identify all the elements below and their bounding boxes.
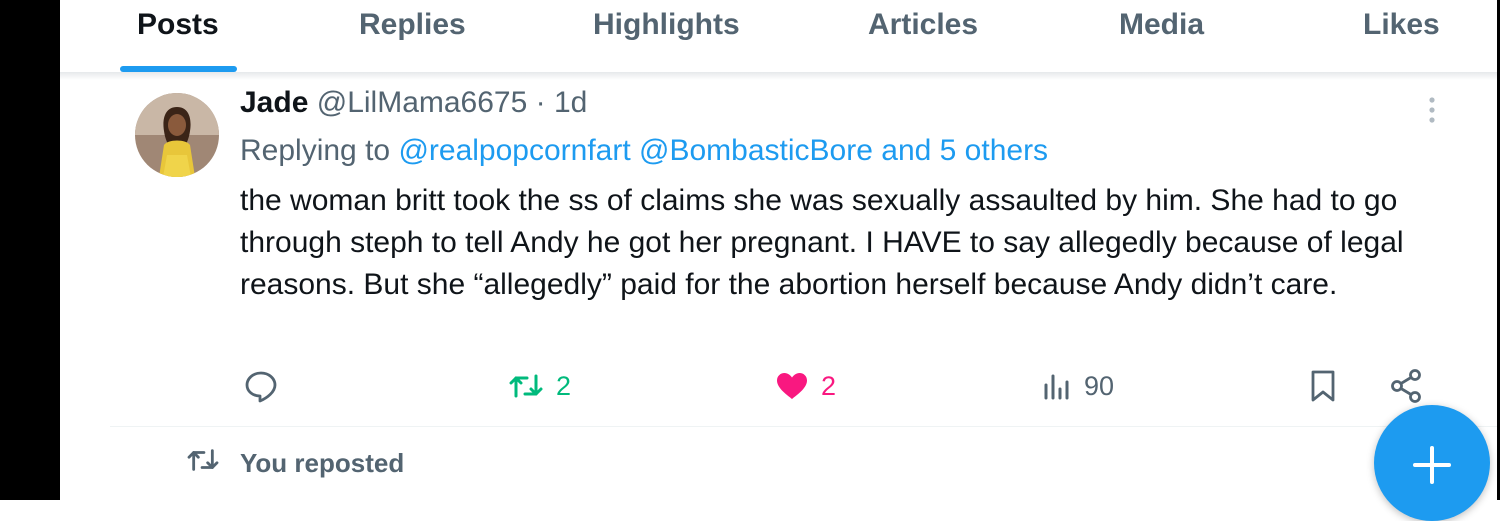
- mention-bombasticbore[interactable]: @BombasticBore: [639, 134, 873, 167]
- like-button[interactable]: 2: [775, 366, 836, 406]
- compose-button[interactable]: [1374, 405, 1490, 521]
- reply-button[interactable]: [244, 366, 278, 406]
- bookmark-icon: [1308, 369, 1338, 403]
- replying-prefix: Replying to: [240, 134, 391, 167]
- post-text: the woman britt took the ss of claims sh…: [240, 184, 1404, 301]
- separator-dot: ·: [535, 86, 546, 119]
- tabs-shadow: [60, 72, 1497, 80]
- reply-bubble-icon: [244, 369, 278, 403]
- views-button[interactable]: 90: [1042, 366, 1114, 406]
- author-handle[interactable]: @LilMama6675: [317, 86, 528, 119]
- retweet-count: 2: [556, 370, 572, 401]
- bookmark-button[interactable]: [1308, 366, 1338, 406]
- like-count: 2: [821, 370, 837, 401]
- more-options-icon[interactable]: [1420, 96, 1444, 124]
- post-header: Jade @LilMama6675 · 1d: [240, 86, 587, 120]
- tab-replies[interactable]: Replies: [359, 8, 466, 42]
- tab-likes[interactable]: Likes: [1363, 8, 1440, 42]
- author-name[interactable]: Jade: [240, 86, 308, 119]
- retweet-icon: [186, 446, 220, 481]
- mention-others[interactable]: and 5 others: [881, 134, 1048, 167]
- share-icon: [1388, 368, 1424, 404]
- retweet-button[interactable]: 2: [508, 366, 571, 406]
- views-chart-icon: [1042, 372, 1072, 400]
- share-button[interactable]: [1388, 366, 1424, 406]
- profile-tabs: Posts Replies Highlights Articles Media …: [60, 0, 1497, 73]
- reposted-banner: You reposted: [186, 446, 404, 481]
- avatar[interactable]: [135, 93, 219, 177]
- tab-posts[interactable]: Posts: [137, 8, 219, 42]
- reposted-label: You reposted: [240, 448, 405, 478]
- tab-articles[interactable]: Articles: [868, 8, 978, 42]
- mention-realpopcornfart[interactable]: @realpopcornfart: [398, 134, 630, 167]
- heart-icon: [775, 371, 809, 401]
- tab-highlights[interactable]: Highlights: [593, 8, 740, 42]
- post-time[interactable]: 1d: [554, 86, 587, 119]
- tab-media[interactable]: Media: [1119, 8, 1204, 42]
- retweet-icon: [508, 371, 544, 401]
- post-divider: [110, 426, 1497, 427]
- replying-to: Replying to @realpopcornfart @BombasticB…: [240, 134, 1048, 168]
- views-count: 90: [1084, 370, 1115, 401]
- left-edge-bar: [0, 0, 60, 500]
